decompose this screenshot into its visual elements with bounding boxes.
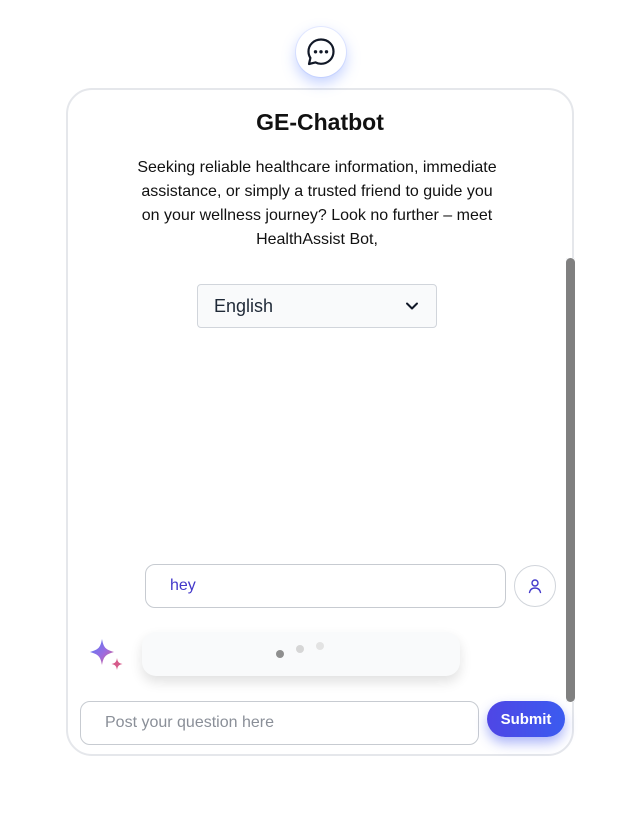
- question-input[interactable]: [80, 701, 479, 745]
- chat-launcher[interactable]: [296, 27, 346, 77]
- chat-scrollbar-thumb[interactable]: [566, 258, 575, 702]
- page-title: GE-Chatbot: [256, 109, 384, 135]
- page: GE-Chatbot Seeking reliable healthcare i…: [0, 0, 639, 817]
- intro-text: Seeking reliable healthcare information,…: [137, 159, 497, 248]
- chat-bubble-dots-icon: [307, 38, 335, 66]
- sparkle-icon: [90, 639, 123, 670]
- bot-typing-indicator: [142, 632, 460, 676]
- user-message-bubble: hey: [145, 564, 506, 608]
- typing-dot: [316, 642, 324, 650]
- typing-dot: [276, 650, 284, 658]
- user-message-text: hey: [170, 577, 196, 594]
- chevron-down-icon: [406, 302, 418, 310]
- user-icon: [528, 579, 542, 594]
- language-select[interactable]: English: [197, 284, 437, 328]
- chat-scrollbar[interactable]: [566, 258, 575, 702]
- language-select-value: English: [214, 295, 274, 316]
- submit-button[interactable]: Submit: [487, 701, 565, 737]
- bot-avatar: [88, 638, 126, 674]
- chatbot-card: GE-Chatbot Seeking reliable healthcare i…: [66, 88, 575, 756]
- typing-dot: [296, 645, 304, 653]
- user-avatar: [514, 565, 556, 607]
